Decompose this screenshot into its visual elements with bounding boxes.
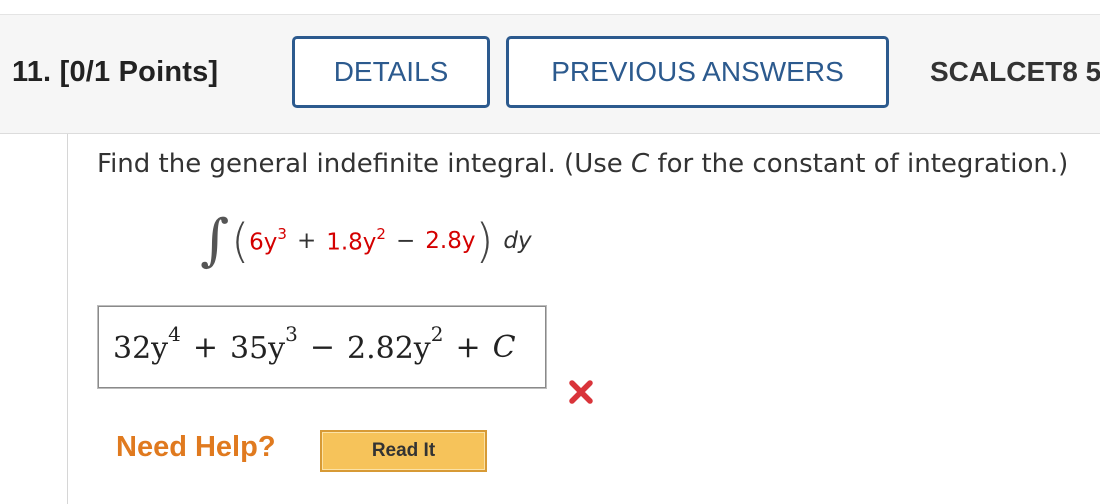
term-2-coef: 1.8y [326, 229, 377, 256]
answer-term-2: 35y3 [230, 322, 298, 366]
term-1-coef: 6y [249, 229, 278, 256]
previous-answers-button[interactable]: PREVIOUS ANSWERS [506, 36, 889, 108]
answer-term-1: 32y4 [113, 322, 181, 366]
read-it-button[interactable]: Read It [320, 430, 487, 472]
question-prompt: Find the general indefinite integral. (U… [97, 149, 1068, 179]
answer-op-3: + [455, 329, 481, 365]
answer-term-1-coef: 32y [113, 331, 169, 366]
open-paren: ( [231, 214, 250, 268]
answer-op-2: − [309, 329, 335, 365]
prompt-text-after: for the constant of integration.) [649, 149, 1069, 179]
need-help-label: Need Help? [116, 431, 276, 463]
answer-term-3: 2.82y2 [347, 322, 443, 366]
answer-term-2-exp: 3 [285, 322, 298, 346]
left-margin-rule [67, 134, 68, 504]
differential: dy [503, 228, 532, 254]
close-paren: ) [475, 214, 494, 268]
question-number: 11. [12, 56, 52, 88]
operator-plus: + [296, 228, 317, 254]
term-1-exp: 3 [277, 224, 287, 243]
answer-constant: C [492, 329, 516, 365]
term-3: 2.8y [425, 228, 476, 254]
term-2: 1.8y2 [326, 224, 386, 256]
integral-expression: ∫ ( 6y3 + 1.8y2 − 2.8y ) dy [200, 208, 532, 274]
answer-input[interactable]: 32y4 + 35y3 − 2.82y2 + C [97, 305, 547, 389]
term-1: 6y3 [249, 224, 287, 256]
prompt-variable: C [631, 149, 650, 179]
operator-minus: − [395, 228, 416, 254]
answer-term-3-coef: 2.82y [347, 331, 431, 366]
question-title: 11. [0/1 Points] [12, 56, 218, 89]
prompt-text-before: Find the general indefinite integral. (U… [97, 149, 632, 179]
term-2-exp: 2 [376, 224, 386, 243]
answer-term-3-exp: 2 [430, 322, 444, 346]
answer-op-1: + [192, 329, 218, 365]
course-label: SCALCET8 5 [930, 56, 1100, 87]
x-mark-icon [569, 380, 593, 404]
answer-term-2-coef: 35y [230, 331, 286, 366]
answer-term-1-exp: 4 [168, 322, 181, 346]
details-button[interactable]: DETAILS [292, 36, 490, 108]
integral-sign: ∫ [200, 208, 230, 273]
question-points: [0/1 Points] [59, 56, 219, 88]
question-header: 11. [0/1 Points] DETAILS PREVIOUS ANSWER… [0, 15, 1100, 134]
